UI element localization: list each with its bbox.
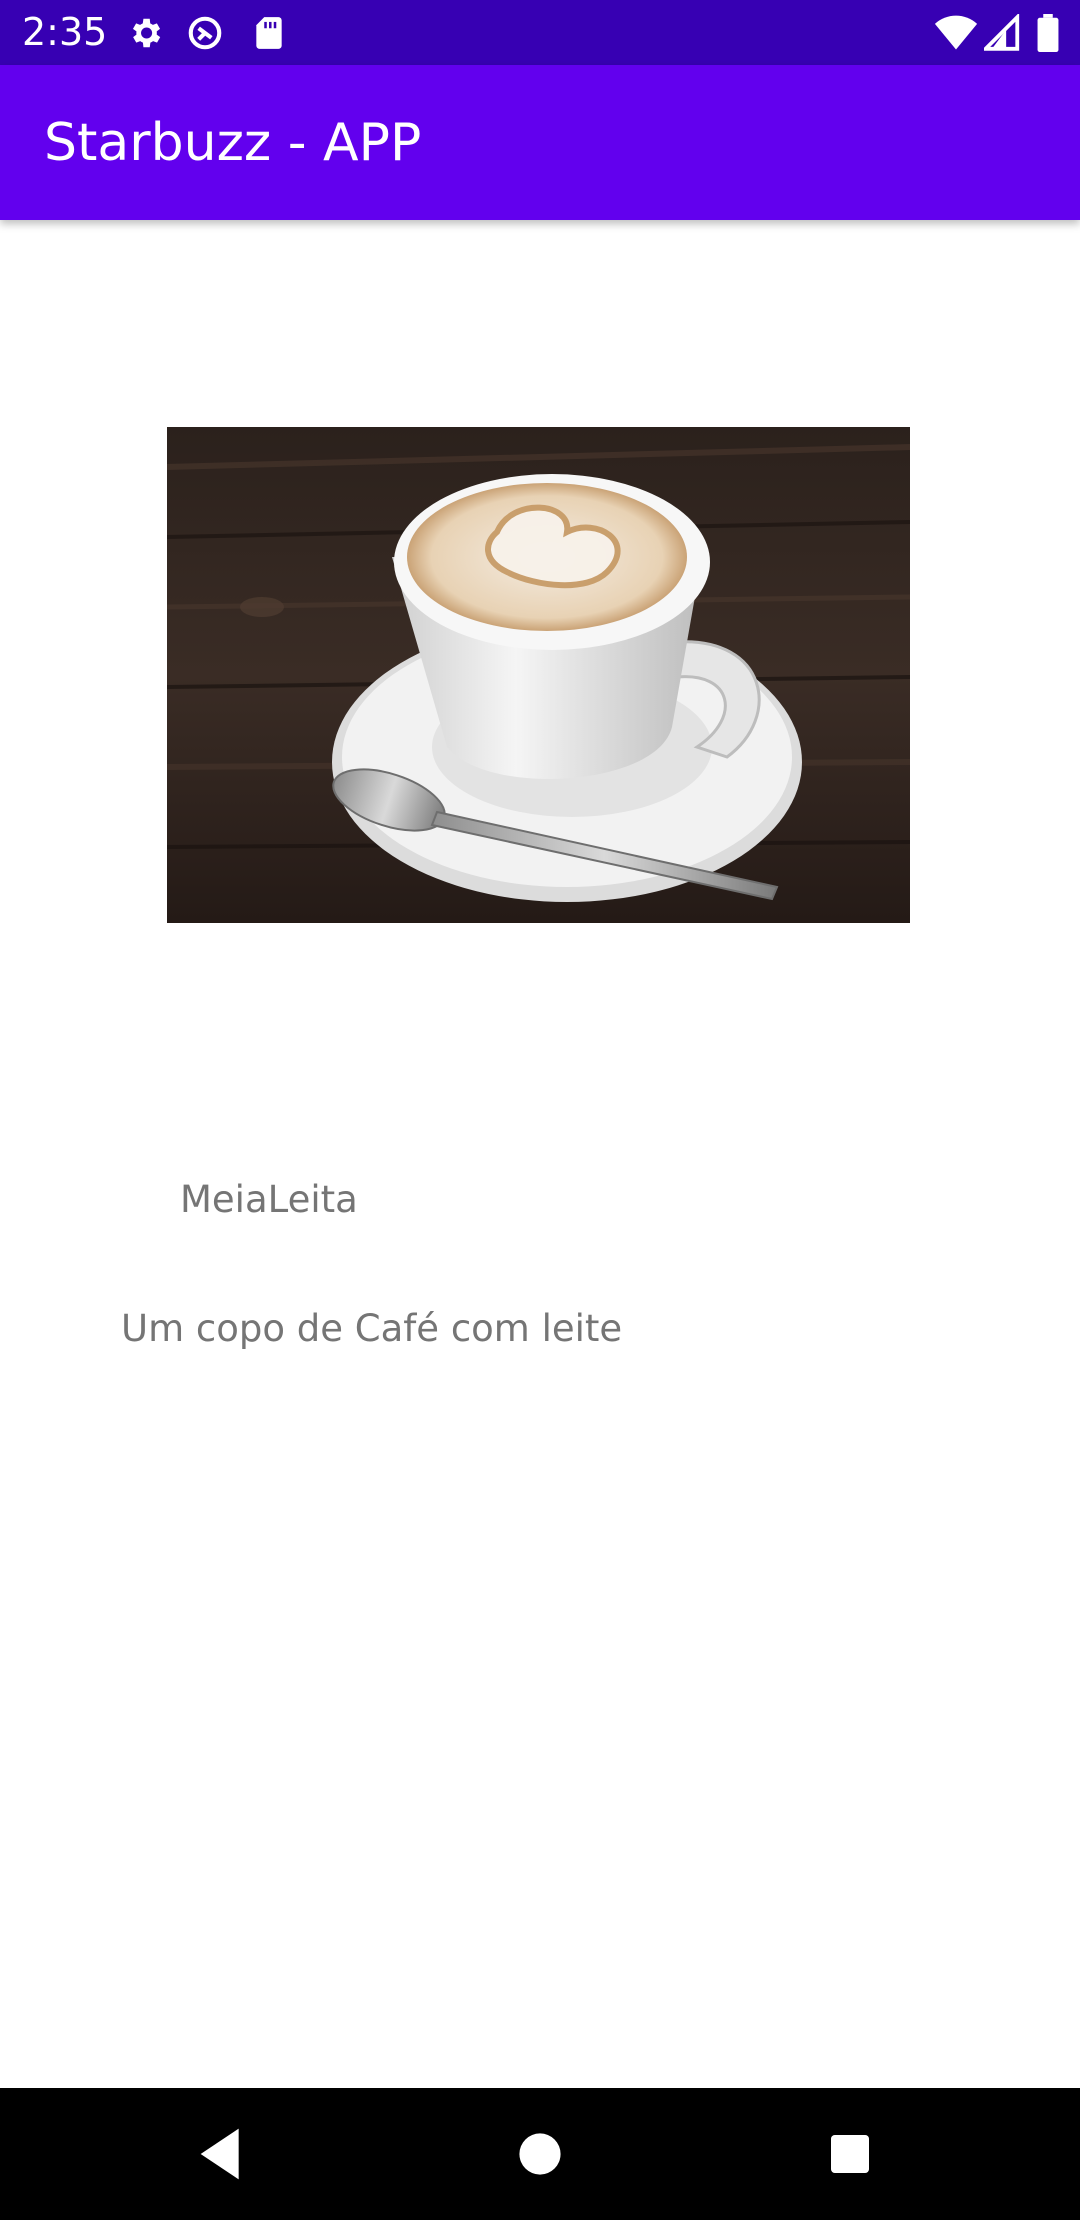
settings-icon [126,14,164,52]
product-name: MeiaLeita [180,1178,358,1221]
back-icon[interactable] [188,2116,264,2192]
signal-icon [980,12,1022,52]
app-bar: Starbuzz - APP [0,65,1080,220]
recents-icon[interactable] [812,2116,888,2192]
coffee-cup-photo [167,427,910,923]
home-icon[interactable] [502,2116,578,2192]
status-time: 2:35 [22,10,108,54]
sd-card-icon [250,14,288,52]
product-description: Um copo de Café com leite [121,1307,623,1350]
battery-icon [1036,14,1060,52]
navigation-bar [0,2088,1080,2220]
wifi-icon [934,14,978,52]
app-title: Starbuzz - APP [44,113,422,173]
status-bar: 2:35 [0,0,1080,65]
sync-icon [186,14,224,52]
